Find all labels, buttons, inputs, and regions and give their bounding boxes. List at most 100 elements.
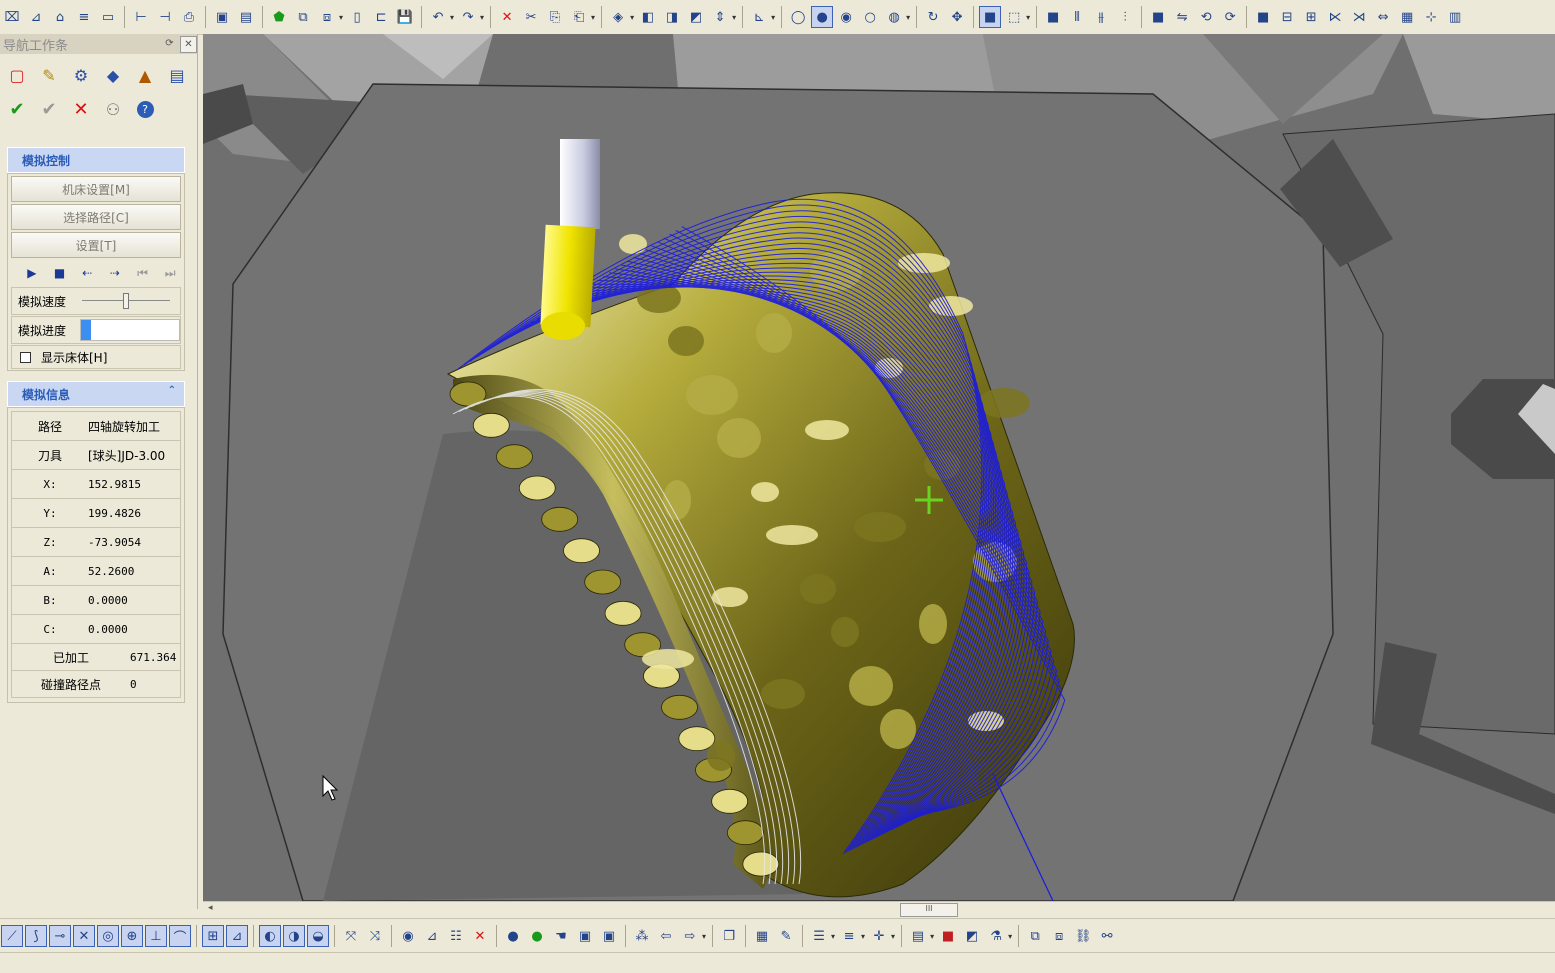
machine-setup-button[interactable]: 机床设置[M] — [11, 176, 181, 202]
doc-icon[interactable]: ▤ — [235, 6, 257, 28]
dropdown-arrow-icon[interactable]: ▾ — [1026, 13, 1030, 22]
move-icon[interactable]: ⋉ — [1324, 6, 1346, 28]
dropdown-arrow-icon[interactable]: ▾ — [906, 13, 910, 22]
help-icon[interactable]: ? — [131, 96, 159, 122]
pick-icon[interactable]: ⤧ — [340, 925, 362, 947]
dropdown-arrow-icon[interactable]: ▾ — [732, 13, 736, 22]
toolpath-icon[interactable]: ⚙ — [67, 62, 95, 88]
axis-icon[interactable]: ⇕ — [709, 6, 731, 28]
delete-icon[interactable]: ✕ — [496, 6, 518, 28]
hand-icon[interactable]: ☚ — [550, 925, 572, 947]
forward-arrow-icon[interactable]: ⇨ — [679, 925, 701, 947]
line-width-icon[interactable]: ≡ — [838, 925, 860, 947]
shade-icon[interactable]: ● — [811, 6, 834, 28]
step-forward-icon[interactable]: ⇢ — [101, 266, 129, 280]
mirror-obj-icon[interactable]: ⟳ — [1219, 6, 1241, 28]
green-plus-icon[interactable]: ⬟ — [268, 6, 290, 28]
point-icon[interactable]: ⊸ — [49, 925, 71, 947]
edit-node-icon[interactable]: ⊿ — [421, 925, 443, 947]
grid-icon[interactable]: ⊹ — [1420, 6, 1442, 28]
pan-icon[interactable]: ✥ — [946, 6, 968, 28]
dropdown-arrow-icon[interactable]: ▾ — [450, 13, 454, 22]
tangent-icon[interactable]: ⌒ — [169, 925, 191, 947]
pen-icon[interactable]: ✎ — [775, 925, 797, 947]
intersect-icon[interactable]: ✕ — [73, 925, 95, 947]
dropdown-arrow-icon[interactable]: ▾ — [831, 932, 835, 941]
snap-grid-icon[interactable]: ⊞ — [202, 925, 224, 947]
scroll-thumb[interactable]: III — [900, 903, 958, 917]
preview-icon[interactable]: ⚇ — [99, 96, 127, 122]
copy-icon[interactable]: ⎘ — [544, 6, 566, 28]
save-icon[interactable]: 💾 — [394, 6, 416, 28]
redo-obj-icon[interactable]: ⟲ — [1195, 6, 1217, 28]
new-file-icon[interactable]: ▯ — [346, 6, 368, 28]
show-bed-checkbox[interactable] — [20, 351, 31, 363]
copy-geom-icon[interactable]: ⧉ — [292, 6, 314, 28]
dropdown-arrow-icon[interactable]: ▾ — [480, 13, 484, 22]
sim-speed-thumb[interactable] — [123, 293, 129, 309]
list-node-icon[interactable]: ☷ — [445, 925, 467, 947]
dropdown-arrow-icon[interactable]: ▾ — [591, 13, 595, 22]
undo-icon[interactable]: ↶ — [427, 6, 449, 28]
select-icon[interactable]: ■ — [979, 6, 1002, 28]
view3-icon[interactable]: ◒ — [307, 925, 329, 947]
axis2-icon[interactable]: ✛ — [868, 925, 890, 947]
dropdown-arrow-icon[interactable]: ▾ — [630, 13, 634, 22]
dropdown-arrow-icon[interactable]: ▾ — [930, 932, 934, 941]
back-arrow-icon[interactable]: ⇦ — [655, 925, 677, 947]
delete-node-icon[interactable]: ✕ — [469, 925, 491, 947]
globe-icon[interactable]: ◍ — [883, 6, 905, 28]
step-back-icon[interactable]: ⇠ — [73, 266, 101, 280]
settings-button[interactable]: 设置[T] — [11, 232, 181, 258]
open-file-icon[interactable]: ⊏ — [370, 6, 392, 28]
goto-end-icon[interactable]: ⏭ — [156, 266, 184, 281]
pick-x-icon[interactable]: ⤨ — [364, 925, 386, 947]
eraser-icon[interactable]: ▭ — [97, 6, 119, 28]
apply-check-icon[interactable]: ✔ — [35, 96, 63, 122]
flip-icon[interactable]: ■ — [1147, 6, 1169, 28]
cube-view-icon[interactable]: ◈ — [607, 6, 629, 28]
align-top-icon[interactable]: ⫶ — [1114, 6, 1136, 28]
dropdown-arrow-icon[interactable]: ▾ — [339, 13, 343, 22]
wall-icon[interactable]: ≡ — [73, 6, 95, 28]
close-icon[interactable]: ✕ — [180, 36, 197, 53]
report-icon[interactable]: ▤ — [163, 62, 191, 88]
dropdown-arrow-icon[interactable]: ▾ — [771, 13, 775, 22]
edit-icon[interactable]: ✎ — [35, 62, 63, 88]
stop-icon[interactable]: ■ — [46, 266, 74, 280]
dropdown-arrow-icon[interactable]: ▾ — [891, 932, 895, 941]
group-icon[interactable]: ⁂ — [631, 925, 653, 947]
pin-icon[interactable]: ⟳ — [162, 36, 177, 51]
line-icon[interactable]: ⟋ — [1, 925, 23, 947]
align-left-icon[interactable]: ■ — [1042, 6, 1064, 28]
layer-tree-icon[interactable]: ⊣ — [154, 6, 176, 28]
hatch-icon[interactable]: ⇔ — [1372, 6, 1394, 28]
print-icon[interactable]: ⎙ — [178, 6, 200, 28]
unlink-icon[interactable]: ⚯ — [1096, 925, 1118, 947]
delete-line-icon[interactable]: ■ — [1252, 6, 1274, 28]
circle-icon[interactable]: ◎ — [97, 925, 119, 947]
hatch2-icon[interactable]: ▦ — [751, 925, 773, 947]
layers-icon[interactable]: ❐ — [718, 925, 740, 947]
collapse-icon[interactable]: ⌃ — [168, 385, 176, 396]
picker-icon[interactable]: ⚗ — [985, 925, 1007, 947]
cut-icon[interactable]: ✂ — [520, 6, 542, 28]
play-icon[interactable]: ▶ — [18, 266, 46, 280]
dropdown-arrow-icon[interactable]: ▾ — [861, 932, 865, 941]
select-path-button[interactable]: 选择路径[C] — [11, 204, 181, 230]
redo-icon[interactable]: ↷ — [457, 6, 479, 28]
coord-icon[interactable]: ⊾ — [748, 6, 770, 28]
view2-icon[interactable]: ◑ — [283, 925, 305, 947]
snap-angle-icon[interactable]: ⊿ — [226, 925, 248, 947]
paste-icon[interactable]: ⎗ — [568, 6, 590, 28]
simulation-scene[interactable] — [203, 34, 1555, 901]
goto-start-icon[interactable]: ⏮ — [129, 266, 157, 281]
trim-icon[interactable]: ⊞ — [1300, 6, 1322, 28]
cancel-x-icon[interactable]: ✕ — [67, 96, 95, 122]
list-icon[interactable]: ▥ — [1444, 6, 1466, 28]
rotate-icon[interactable]: ↻ — [922, 6, 944, 28]
paste2-icon[interactable]: ⧈ — [1048, 925, 1070, 947]
fence-icon[interactable]: ⌂ — [49, 6, 71, 28]
fill-icon[interactable]: ▤ — [907, 925, 929, 947]
select-box-icon[interactable]: ⬚ — [1003, 6, 1025, 28]
